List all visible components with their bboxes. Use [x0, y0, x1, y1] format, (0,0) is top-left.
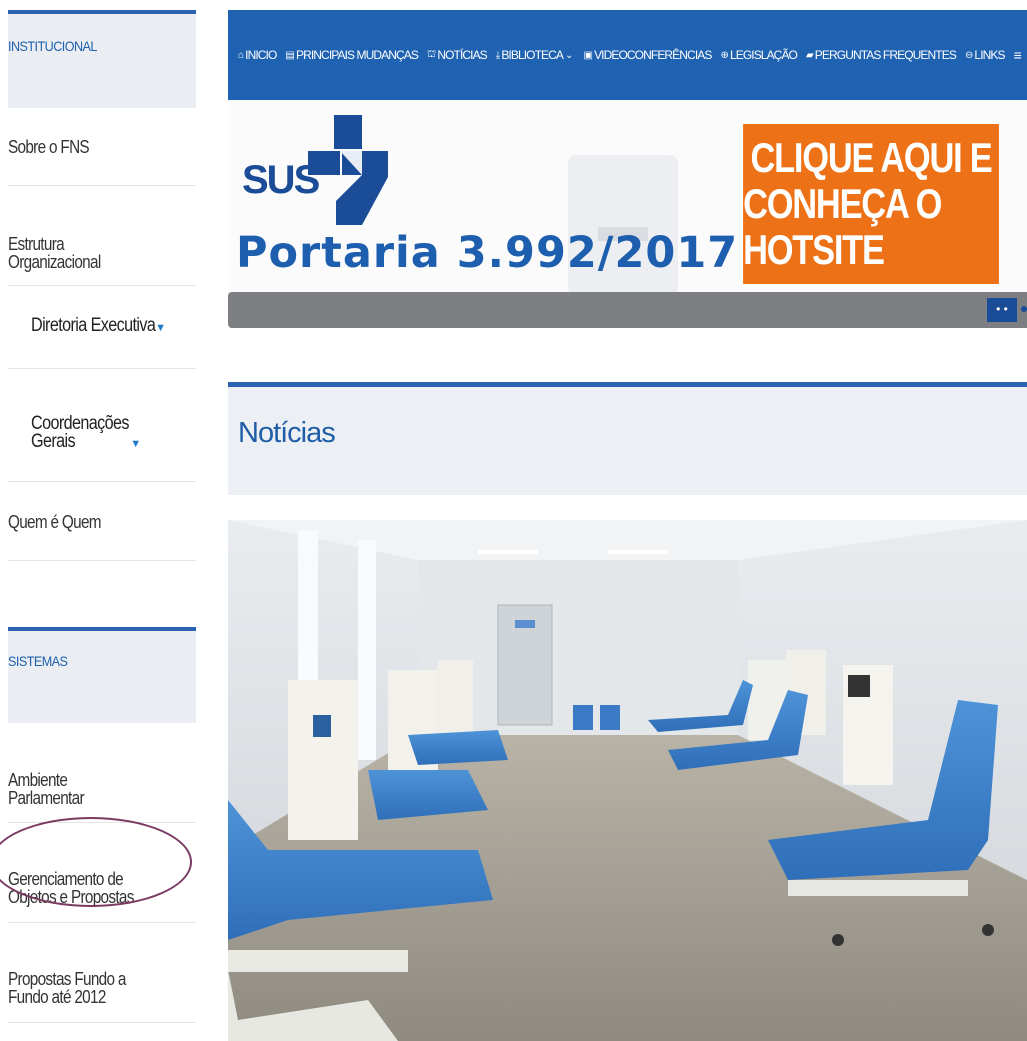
- banner-carousel[interactable]: SUS Portaria 3.992/2017 CLIQUE AQUI E CO…: [228, 100, 1027, 328]
- sidebar-item-label: Diretoria Executiva: [31, 315, 156, 336]
- cta-line-1: CLIQUE AQUI E: [750, 134, 992, 181]
- list-icon: ▤: [285, 49, 294, 61]
- institucional-header: INSTITUCIONAL: [8, 10, 196, 108]
- sidebar-item-label: Quem é Quem: [8, 512, 102, 532]
- download-icon: ⤓: [495, 49, 500, 61]
- nav-label: NOTÍCIAS: [437, 48, 487, 62]
- chevron-down-icon: ⌄: [565, 49, 573, 61]
- top-nav: ⌂ INICIO ▤ PRINCIPAIS MUDANÇAS ⛫ NOTÍCIAS ⤓…: [228, 10, 1027, 100]
- nav-item-biblioteca[interactable]: ⤓ BIBLIOTECA ⌄: [496, 48, 575, 62]
- sidebar-item-coordenacoes[interactable]: Coordenações Gerais ▼: [8, 369, 196, 482]
- nav-item-videoconferencias[interactable]: ▣ VIDEOCONFERÊNCIAS: [583, 48, 713, 62]
- menu-icon[interactable]: ≡: [1014, 47, 1022, 63]
- portaria-title: Portaria 3.992/2017: [236, 228, 739, 278]
- cta-line-2: CONHEÇA O HOTSITE: [743, 180, 942, 273]
- nav-label: INICIO: [245, 48, 277, 62]
- nav-item-legislacao[interactable]: ⊕ LEGISLAÇÃO: [720, 48, 797, 62]
- noticias-title: Notícias: [238, 417, 336, 449]
- hotsite-cta-button[interactable]: CLIQUE AQUI E CONHEÇA O HOTSITE: [743, 124, 999, 284]
- sus-logo-text: SUS: [242, 158, 320, 202]
- sidebar-item-quem-e-quem[interactable]: Quem é Quem: [8, 482, 196, 561]
- sidebar-item-label: Ambiente Parlamentar: [8, 770, 85, 808]
- caret-down-icon: ▼: [130, 438, 141, 450]
- nav-item-inicio[interactable]: ⌂ INICIO: [238, 48, 277, 62]
- sidebar-item-ambiente-parlamentar[interactable]: Ambiente Parlamentar: [8, 723, 196, 823]
- video-icon: ▣: [583, 49, 593, 61]
- caret-down-icon: ▼: [155, 322, 166, 334]
- nav-item-perguntas-frequentes[interactable]: ▰ PERGUNTAS FREQUENTES: [806, 48, 957, 62]
- sistemas-header-label: SISTEMAS: [8, 653, 68, 669]
- sidebar-item-label: Propostas Fundo a Fundo até 2012: [8, 969, 126, 1007]
- sidebar-item-label: Coordenações Gerais: [31, 413, 130, 452]
- sus-cross-icon: [308, 115, 388, 225]
- bank-icon: ⛫: [427, 48, 436, 60]
- carousel-dots-button[interactable]: • •: [987, 298, 1017, 322]
- plus-circle-icon: ⊕: [720, 49, 728, 61]
- sidebar-item-label: Estrutura Organizacional: [8, 234, 101, 272]
- nav-label: LINKS: [974, 48, 1005, 62]
- dialysis-room-image: [228, 520, 1027, 1041]
- banner-caption-bar: [228, 292, 1027, 328]
- carousel-dot[interactable]: [1021, 306, 1027, 312]
- sidebar-item-propostas-fundo[interactable]: Propostas Fundo a Fundo até 2012: [8, 923, 196, 1023]
- noticias-panel: Notícias: [228, 382, 1027, 495]
- link-icon: ⊖: [964, 49, 973, 61]
- nav-label: BIBLIOTECA: [501, 48, 564, 62]
- nav-label: PERGUNTAS FREQUENTES: [814, 48, 957, 62]
- sidebar-item-sobre-fns[interactable]: Sobre o FNS: [8, 108, 196, 186]
- sidebar-item-estrutura[interactable]: Estrutura Organizacional: [8, 186, 196, 286]
- nav-item-noticias[interactable]: ⛫ NOTÍCIAS: [427, 48, 488, 62]
- home-icon: ⌂: [238, 49, 244, 61]
- nav-label: PRINCIPAIS MUDANÇAS: [295, 48, 419, 62]
- sidebar-item-diretoria[interactable]: Diretoria Executiva▼: [8, 286, 196, 369]
- news-photo[interactable]: [228, 520, 1027, 1041]
- book-icon: ▰: [806, 49, 814, 61]
- nav-label: VIDEOCONFERÊNCIAS: [594, 48, 712, 62]
- sistemas-header: SISTEMAS: [8, 627, 196, 723]
- nav-item-principais-mudancas[interactable]: ▤ PRINCIPAIS MUDANÇAS: [285, 48, 418, 62]
- nav-item-links[interactable]: ⊖ LINKS: [964, 48, 1006, 62]
- sidebar-item-label: Sobre o FNS: [8, 137, 90, 157]
- nav-label: LEGISLAÇÃO: [729, 48, 798, 62]
- institucional-header-label: INSTITUCIONAL: [8, 38, 97, 54]
